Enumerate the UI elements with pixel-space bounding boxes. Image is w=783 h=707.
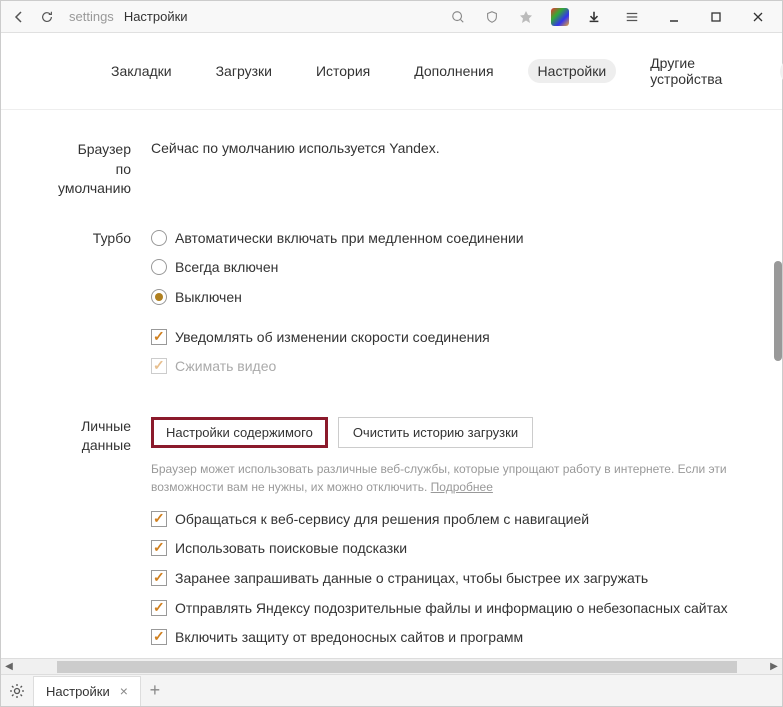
turbo-radio-always[interactable]: Всегда включен (151, 258, 742, 278)
turbo-radio-auto[interactable]: Автоматически включать при медленном сое… (151, 229, 742, 249)
close-window-button[interactable] (738, 3, 778, 31)
section-label-turbo: Турбо (41, 229, 151, 387)
radio-icon (151, 259, 167, 275)
checkbox-icon (151, 511, 167, 527)
clear-history-button[interactable]: Очистить историю загрузки (338, 417, 533, 448)
address-bar[interactable]: settings Настройки (61, 9, 442, 24)
radio-label: Всегда включен (175, 258, 278, 278)
url-title: Настройки (124, 9, 188, 24)
checkbox-icon (151, 570, 167, 586)
section-personal-data: Личные данные Настройки содержимого Очис… (41, 417, 742, 658)
tab-title: Настройки (46, 684, 110, 699)
tab-bookmarks[interactable]: Закладки (101, 59, 182, 83)
tab-extensions[interactable]: Дополнения (404, 59, 503, 83)
turbo-check-notify[interactable]: Уведомлять об изменении скорости соедине… (151, 328, 742, 348)
checkbox-icon (151, 600, 167, 616)
reload-button[interactable] (33, 3, 61, 31)
close-tab-icon[interactable]: × (120, 683, 128, 699)
horizontal-scrollbar[interactable]: ◀ ▶ (1, 658, 782, 674)
radio-label: Выключен (175, 288, 242, 308)
tab-bar: Настройки × + (1, 674, 782, 706)
gear-icon[interactable] (1, 675, 33, 707)
scroll-right-arrow[interactable]: ▶ (766, 659, 782, 675)
settings-nav-tabs: Закладки Загрузки История Дополнения Нас… (1, 33, 782, 110)
menu-button[interactable] (612, 3, 652, 31)
check-prefetch[interactable]: Заранее запрашивать данные о страницах, … (151, 569, 742, 589)
tab-history[interactable]: История (306, 59, 380, 83)
minimize-button[interactable] (654, 3, 694, 31)
radio-icon (151, 289, 167, 305)
checkbox-label: Включить защиту от вредоносных сайтов и … (175, 628, 523, 648)
turbo-radio-off[interactable]: Выключен (151, 288, 742, 308)
personal-help-text: Браузер может использовать различные веб… (151, 460, 742, 496)
checkbox-label: Обращаться к веб-сервису для решения про… (175, 510, 589, 530)
tab-settings[interactable]: Настройки (528, 59, 617, 83)
downloads-icon[interactable] (578, 3, 610, 31)
url-prefix: settings (69, 9, 114, 24)
browser-tab-settings[interactable]: Настройки × (33, 676, 141, 706)
title-bar: settings Настройки (1, 1, 782, 33)
shield-icon[interactable] (476, 3, 508, 31)
checkbox-icon (151, 358, 167, 374)
section-default-browser: Браузер по умолчанию Сейчас по умолчанию… (41, 140, 742, 199)
learn-more-link[interactable]: Подробнее (431, 480, 493, 494)
maximize-button[interactable] (696, 3, 736, 31)
checkbox-icon (151, 629, 167, 645)
scroll-left-arrow[interactable]: ◀ (1, 659, 17, 675)
check-search-suggestions[interactable]: Использовать поисковые подсказки (151, 539, 742, 559)
tab-downloads[interactable]: Загрузки (206, 59, 282, 83)
checkbox-label: Заранее запрашивать данные о страницах, … (175, 569, 648, 589)
new-tab-button[interactable]: + (141, 677, 169, 705)
back-button[interactable] (5, 3, 33, 31)
checkbox-icon (151, 540, 167, 556)
default-browser-text: Сейчас по умолчанию используется Yandex. (151, 140, 742, 156)
window-scrollbar-thumb[interactable] (774, 261, 782, 361)
extension-icon[interactable] (544, 3, 576, 31)
check-malware-protection[interactable]: Включить защиту от вредоносных сайтов и … (151, 628, 742, 648)
section-turbo: Турбо Автоматически включать при медленн… (41, 229, 742, 387)
bookmark-star-icon[interactable] (510, 3, 542, 31)
check-send-suspicious[interactable]: Отправлять Яндексу подозрительные файлы … (151, 599, 742, 619)
checkbox-label: Сжимать видео (175, 357, 276, 377)
scroll-thumb[interactable] (57, 661, 737, 673)
radio-icon (151, 230, 167, 246)
radio-label: Автоматически включать при медленном сое… (175, 229, 524, 249)
content-settings-button[interactable]: Настройки содержимого (151, 417, 328, 448)
check-web-service-nav[interactable]: Обращаться к веб-сервису для решения про… (151, 510, 742, 530)
checkbox-label: Уведомлять об изменении скорости соедине… (175, 328, 490, 348)
checkbox-icon (151, 329, 167, 345)
checkbox-label: Использовать поисковые подсказки (175, 539, 407, 559)
settings-content: Браузер по умолчанию Сейчас по умолчанию… (1, 110, 782, 670)
section-label-personal: Личные данные (41, 417, 151, 658)
checkbox-label: Отправлять Яндексу подозрительные файлы … (175, 599, 728, 619)
section-label-default-browser: Браузер по умолчанию (41, 140, 151, 199)
scroll-track[interactable] (17, 660, 766, 674)
tab-other-devices[interactable]: Другие устройства (640, 51, 732, 91)
search-icon[interactable] (442, 3, 474, 31)
turbo-check-compress-video: Сжимать видео (151, 357, 742, 377)
